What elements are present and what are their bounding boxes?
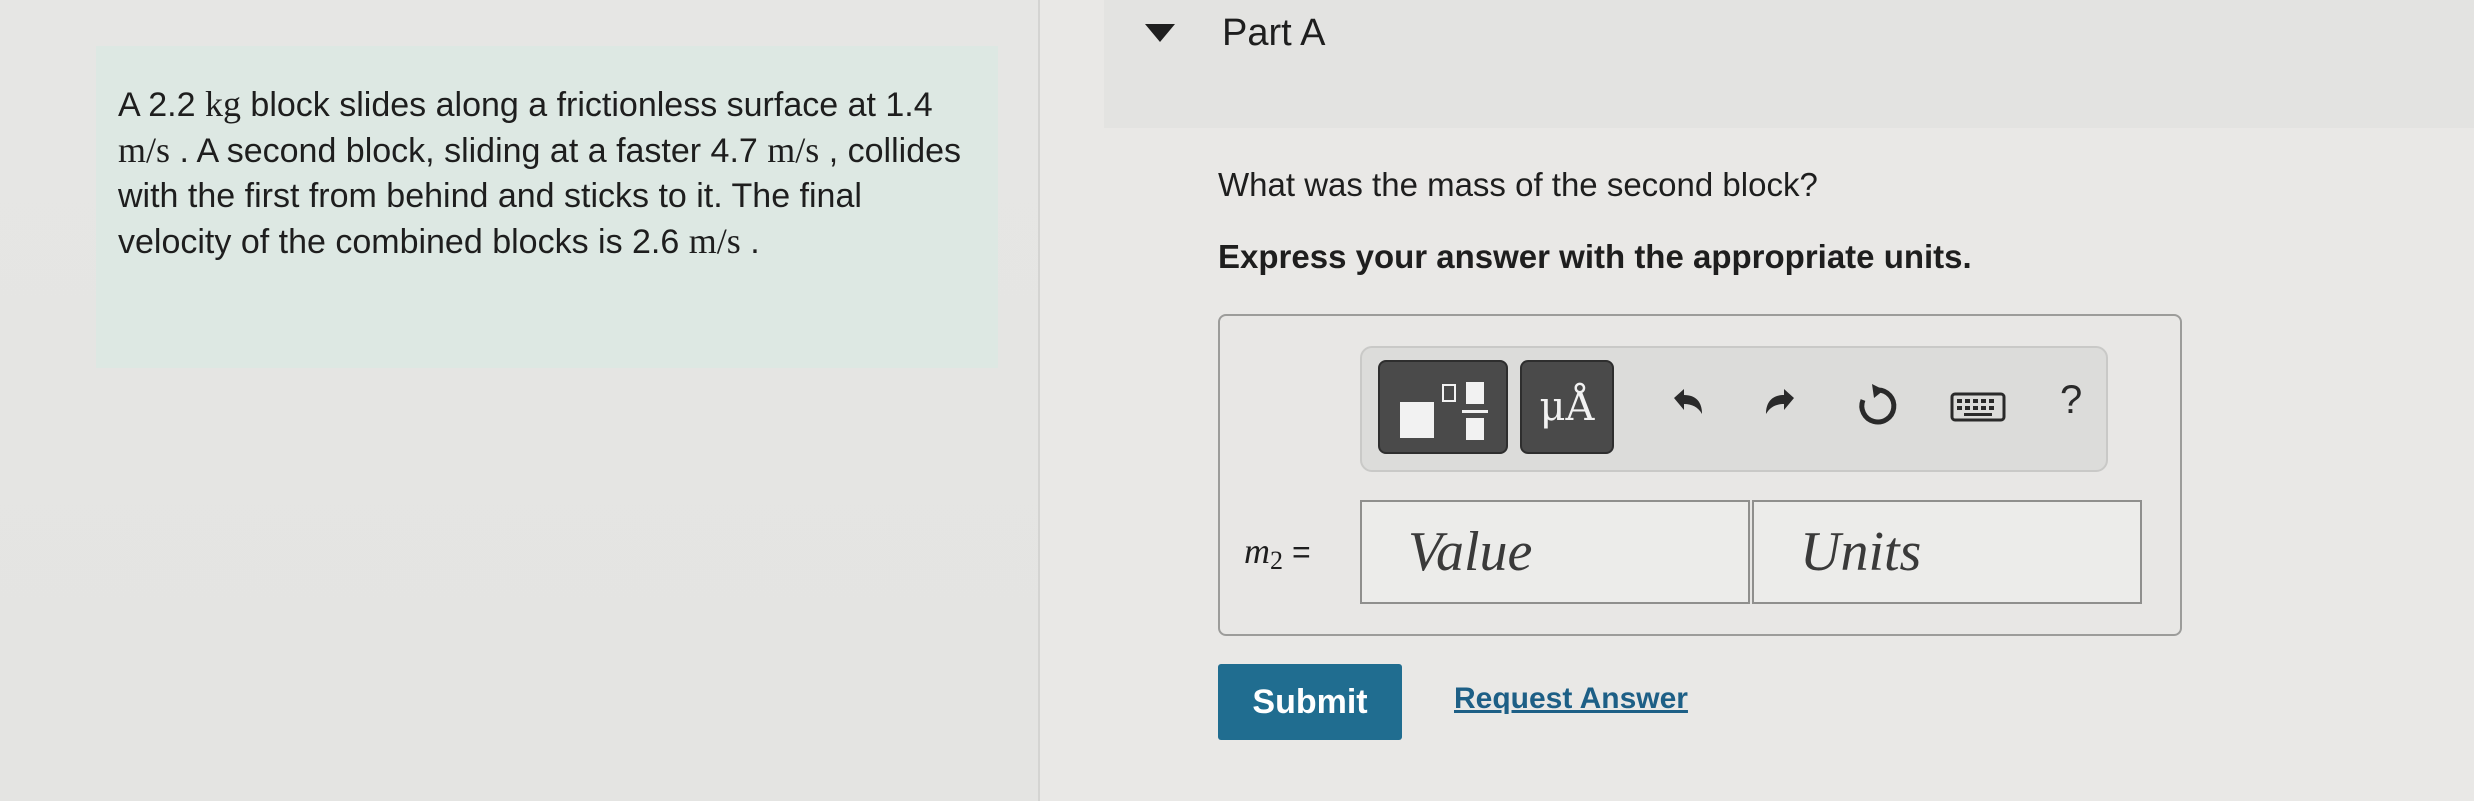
problem-statement: A 2.2 kg block slides along a frictionle… <box>118 82 978 265</box>
math-toolbar: μÅ ? <box>1360 346 2108 472</box>
variable-label: m2 = <box>1244 530 1311 576</box>
instruction-text: Express your answer with the appropriate… <box>1218 238 1972 275</box>
equals-sign: = <box>1292 534 1311 570</box>
variable-name: m <box>1244 531 1270 571</box>
units-button[interactable]: μÅ <box>1520 360 1614 454</box>
collapse-caret-icon[interactable] <box>1145 24 1175 42</box>
request-answer-link[interactable]: Request Answer <box>1454 682 1688 716</box>
unit-text: m/s <box>767 130 820 170</box>
problem-text-segment: . <box>740 223 760 261</box>
problem-text-segment: block slides along a frictionless surfac… <box>240 86 933 124</box>
undo-icon[interactable] <box>1654 376 1714 436</box>
problem-pane: A 2.2 kg block slides along a frictionle… <box>0 0 1038 801</box>
units-icon: μÅ <box>1539 384 1595 430</box>
variable-subscript: 2 <box>1270 546 1283 575</box>
unit-text: kg <box>204 84 241 124</box>
problem-text-segment: . A second block, sliding at a faster 4.… <box>170 132 768 170</box>
keyboard-icon[interactable] <box>1948 376 2008 436</box>
reset-icon[interactable] <box>1848 376 1908 436</box>
units-input[interactable] <box>1752 500 2142 604</box>
pane-divider <box>1038 0 1040 801</box>
question-text: What was the mass of the second block? <box>1218 166 1818 203</box>
unit-text: m/s <box>118 130 171 170</box>
redo-icon[interactable] <box>1754 376 1814 436</box>
help-icon[interactable]: ? <box>2060 378 2082 423</box>
unit-text: m/s <box>688 221 741 261</box>
templates-button[interactable] <box>1378 360 1508 454</box>
value-input[interactable] <box>1360 500 1750 604</box>
submit-button[interactable]: Submit <box>1218 664 1402 740</box>
problem-text-segment: A 2.2 <box>118 86 205 124</box>
problem-statement-box: A 2.2 kg block slides along a frictionle… <box>96 46 998 368</box>
part-title[interactable]: Part A <box>1222 12 1326 55</box>
